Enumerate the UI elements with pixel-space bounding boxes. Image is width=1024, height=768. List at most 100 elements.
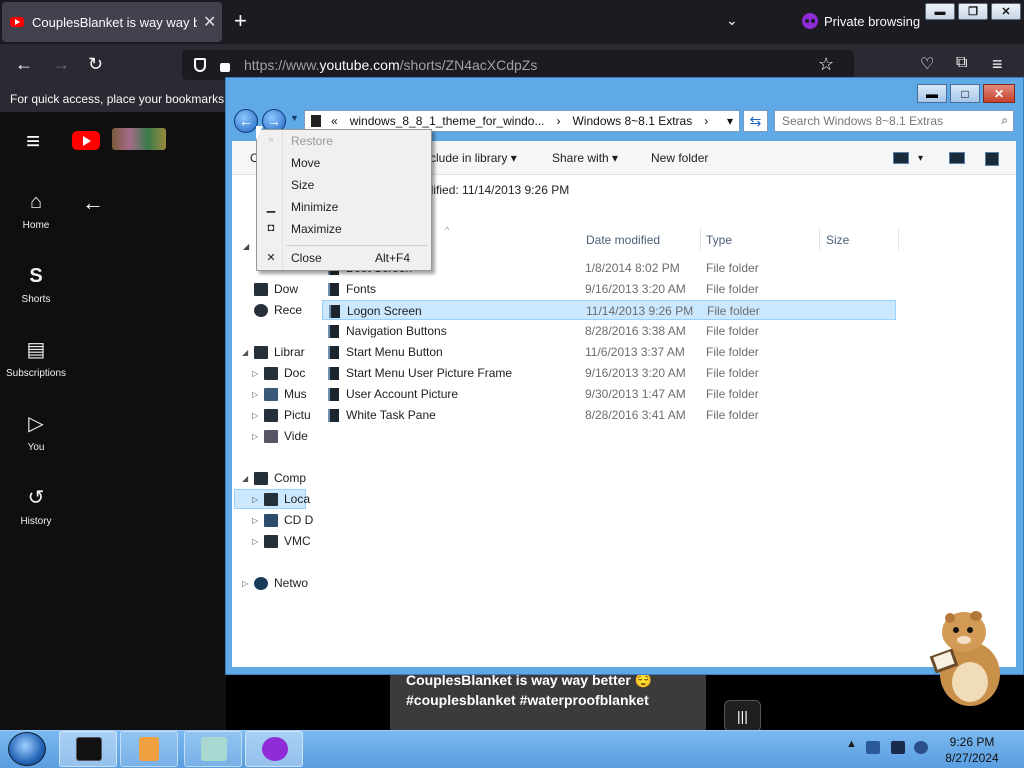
- back-icon[interactable]: ←: [82, 190, 104, 216]
- preview-pane-icon[interactable]: [949, 152, 965, 164]
- breadcrumb-separator[interactable]: ›: [704, 114, 708, 128]
- hamburger-menu-icon[interactable]: ≡: [26, 128, 40, 156]
- column-header-size[interactable]: Size: [826, 233, 849, 247]
- nav-item-libraries[interactable]: ◢ Librar: [242, 345, 305, 359]
- list-all-tabs-button[interactable]: ⌄: [726, 12, 738, 29]
- breadcrumb-segment-current[interactable]: Windows 8~8.1 Extras: [572, 114, 692, 128]
- app-menu-icon[interactable]: ≡: [992, 54, 1003, 75]
- pocket-icon[interactable]: ♡: [920, 54, 934, 74]
- browser-tab[interactable]: CouplesBlanket is way way bette ✕: [2, 2, 222, 42]
- view-options-dropdown-icon[interactable]: ▾: [918, 153, 923, 164]
- file-name: Start Menu User Picture Frame: [346, 366, 513, 380]
- yt-nav-you[interactable]: ▷ You: [0, 414, 72, 453]
- action-center-tray-icon[interactable]: [891, 741, 905, 754]
- volume-tray-icon[interactable]: [914, 741, 928, 754]
- taskbar-explorer-button[interactable]: [59, 731, 117, 767]
- audio-waveform-icon[interactable]: |||: [724, 700, 761, 732]
- firefox-private-icon: [262, 737, 288, 761]
- file-row[interactable]: Fonts 9/16/2013 3:20 AM File folder: [322, 279, 896, 299]
- nav-item-pictures[interactable]: ▷ Pictu: [242, 408, 311, 422]
- yt-nav-history[interactable]: ↺ History: [0, 488, 72, 527]
- file-row[interactable]: Start Menu Button 11/6/2013 3:37 AM File f…: [322, 342, 896, 362]
- menu-item-close[interactable]: ✕ Close Alt+F4: [257, 247, 431, 269]
- show-hidden-icons-button[interactable]: ▲: [846, 738, 857, 750]
- nav-item-cd-drive[interactable]: ▷ CD D: [242, 513, 313, 527]
- taskbar-app-button[interactable]: [184, 731, 242, 767]
- search-icon[interactable]: ⌕: [1001, 113, 1008, 128]
- explorer-minimize-button[interactable]: ▬: [917, 84, 947, 103]
- lock-icon[interactable]: [220, 62, 230, 72]
- forward-arrow-icon[interactable]: →: [52, 54, 70, 75]
- column-divider[interactable]: [700, 228, 701, 250]
- browser-maximize-button[interactable]: ❐: [958, 3, 988, 20]
- url-bar[interactable]: https://www. youtube.com/shorts/ZN4acXCdp…: [182, 50, 854, 80]
- new-tab-button[interactable]: +: [234, 10, 247, 32]
- menu-item-size[interactable]: Size: [257, 174, 431, 196]
- breadcrumb-separator[interactable]: ›: [556, 114, 560, 128]
- search-input[interactable]: Search Windows 8~8.1 Extras ⌕: [774, 110, 1014, 132]
- taskbar-firefox-private-button[interactable]: [245, 731, 303, 767]
- taskbar-clock[interactable]: 9:26 PM 8/27/2024: [930, 734, 1014, 766]
- help-icon[interactable]: [985, 152, 999, 166]
- file-type: File folder: [706, 345, 759, 359]
- refresh-icon[interactable]: ⇆: [743, 110, 768, 132]
- file-row[interactable]: White Task Pane 8/28/2016 3:41 AM File fol…: [322, 405, 896, 425]
- start-button-windows-orb-icon[interactable]: [8, 732, 46, 766]
- file-type: File folder: [706, 324, 759, 338]
- share-with-button[interactable]: Share with ▾: [552, 151, 618, 165]
- nav-item-music[interactable]: ▷ Mus: [242, 387, 307, 401]
- recent-locations-dropdown-icon[interactable]: ▼: [290, 113, 299, 123]
- nav-item-downloads[interactable]: Dow: [242, 282, 298, 296]
- column-divider[interactable]: [898, 228, 899, 250]
- tab-close-icon[interactable]: ✕: [203, 12, 216, 32]
- menu-item-restore[interactable]: ▫ Restore: [257, 130, 431, 152]
- network-tray-icon[interactable]: [866, 741, 880, 754]
- taskbar-media-player-button[interactable]: [120, 731, 178, 767]
- youtube-logo-icon[interactable]: [72, 131, 100, 150]
- sort-ascending-icon[interactable]: ^: [445, 225, 449, 235]
- column-header-type[interactable]: Type: [706, 233, 732, 247]
- menu-separator: [286, 245, 428, 246]
- back-arrow-icon[interactable]: ←: [15, 54, 33, 75]
- new-folder-button[interactable]: New folder: [651, 151, 708, 165]
- doodle-banner[interactable]: [112, 128, 166, 150]
- nav-item-recent[interactable]: Rece: [242, 303, 302, 317]
- extensions-icon[interactable]: ⧉: [956, 54, 967, 72]
- breadcrumb-segment-parent[interactable]: windows_8_8_1_theme_for_windo...: [350, 114, 545, 128]
- caption-hashtags[interactable]: #couplesblanket #waterproofblanket: [406, 690, 652, 710]
- nav-item-local-disk[interactable]: ▷ Loca: [242, 492, 310, 506]
- nav-item-vmc[interactable]: ▷ VMC: [242, 534, 311, 548]
- explorer-maximize-button[interactable]: □: [950, 84, 980, 103]
- explorer-close-button[interactable]: ✕: [983, 84, 1015, 103]
- column-divider[interactable]: [819, 228, 820, 250]
- address-overflow-chevrons[interactable]: «: [331, 114, 338, 128]
- nav-item-videos[interactable]: ▷ Vide: [242, 429, 308, 443]
- bookmark-star-icon[interactable]: ☆: [818, 54, 834, 75]
- yt-nav-home[interactable]: ⌂ Home: [0, 192, 72, 231]
- menu-item-minimize[interactable]: ▁ Minimize: [257, 196, 431, 218]
- nav-item-label: Loca: [284, 492, 311, 506]
- file-row[interactable]: Start Menu User Picture Frame 9/16/2013 3…: [322, 363, 896, 383]
- favorites-expand-icon[interactable]: ◢: [243, 242, 249, 251]
- nav-item-network[interactable]: ▷ Netwo: [242, 576, 308, 590]
- address-dropdown-icon[interactable]: ▾: [727, 114, 733, 128]
- file-row[interactable]: Navigation Buttons 8/28/2016 3:38 AM File …: [322, 321, 896, 341]
- nav-item-label: Librar: [274, 345, 305, 359]
- shield-icon[interactable]: [194, 58, 206, 72]
- menu-item-maximize[interactable]: ◘ Maximize: [257, 218, 431, 240]
- file-row[interactable]: User Account Picture 9/30/2013 1:47 AM Fil…: [322, 384, 896, 404]
- nav-item-documents[interactable]: ▷ Doc: [242, 366, 305, 380]
- reload-icon[interactable]: ↻: [88, 54, 103, 75]
- browser-minimize-button[interactable]: ▬: [925, 3, 955, 20]
- explorer-back-button[interactable]: ←: [234, 109, 258, 133]
- column-header-date-modified[interactable]: Date modified: [586, 233, 660, 247]
- file-row-selected[interactable]: Logon Screen 11/14/2013 9:26 PM File folde…: [322, 300, 896, 320]
- include-in-library-button[interactable]: clude in library ▾: [430, 151, 517, 165]
- menu-item-move[interactable]: Move: [257, 152, 431, 174]
- yt-nav-shorts[interactable]: S Shorts: [0, 266, 72, 305]
- yt-nav-subscriptions[interactable]: ▤ Subscriptions: [0, 340, 72, 379]
- browser-close-button[interactable]: ✕: [991, 3, 1021, 20]
- documents-icon: [264, 366, 278, 380]
- view-options-icon[interactable]: [893, 152, 909, 164]
- nav-item-computer[interactable]: ◢ Comp: [242, 471, 306, 485]
